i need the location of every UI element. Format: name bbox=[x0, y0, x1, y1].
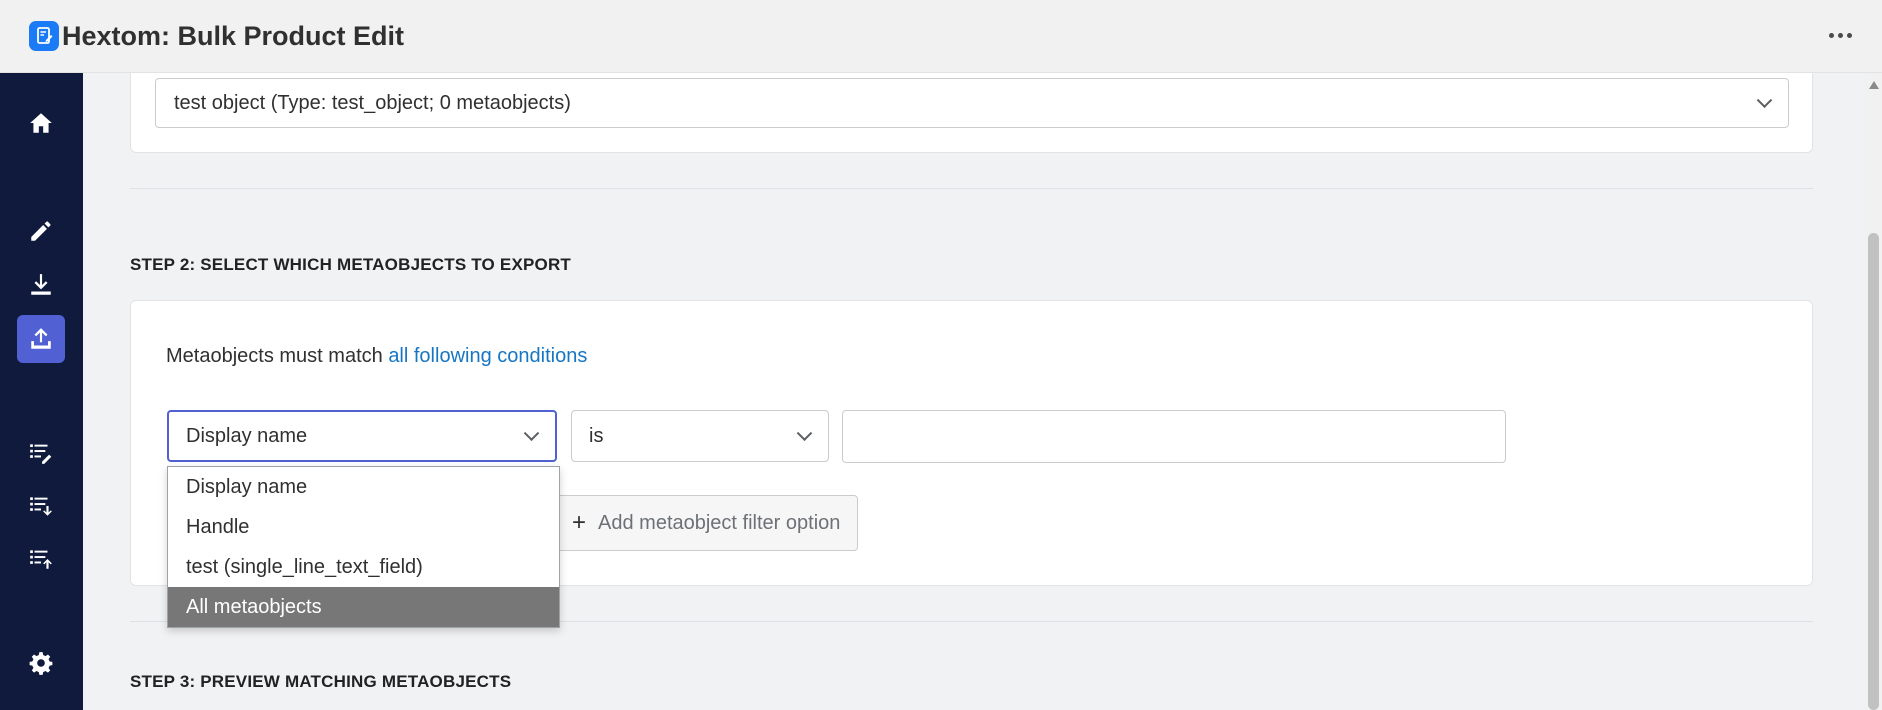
sidebar-item-list-edit[interactable] bbox=[17, 429, 65, 477]
chevron-down-icon bbox=[1756, 92, 1773, 109]
dropdown-option[interactable]: Display name bbox=[168, 467, 559, 507]
filter-operator-select[interactable]: is bbox=[571, 410, 829, 462]
dropdown-option[interactable]: test (single_line_text_field) bbox=[168, 547, 559, 587]
filter-field-value: Display name bbox=[186, 424, 308, 447]
sidebar-item-list-import[interactable] bbox=[17, 482, 65, 530]
sidebar-item-settings[interactable] bbox=[17, 639, 65, 687]
chevron-down-icon bbox=[796, 425, 813, 442]
step1-card: test object (Type: test_object; 0 metaob… bbox=[130, 73, 1813, 153]
plus-icon: + bbox=[572, 509, 587, 536]
add-filter-button[interactable]: + Add metaobject filter option bbox=[555, 495, 858, 551]
list-edit-icon bbox=[30, 444, 52, 464]
pencil-icon bbox=[31, 221, 51, 241]
filter-value-input[interactable] bbox=[842, 410, 1506, 463]
section-divider bbox=[130, 188, 1813, 189]
sidebar-item-home[interactable] bbox=[17, 99, 65, 147]
sidebar bbox=[0, 73, 83, 710]
scroll-up-arrow-icon[interactable] bbox=[1869, 81, 1879, 89]
app-header: Hextom: Bulk Product Edit bbox=[0, 0, 1882, 73]
filter-field-select[interactable]: Display name bbox=[167, 410, 557, 462]
list-upload-icon bbox=[30, 550, 52, 569]
condition-mode-link[interactable]: all following conditions bbox=[388, 345, 587, 367]
scroll-thumb[interactable] bbox=[1868, 233, 1879, 710]
sidebar-item-export[interactable] bbox=[17, 315, 65, 363]
app-logo-icon bbox=[29, 21, 59, 51]
download-icon bbox=[31, 274, 51, 295]
chevron-down-icon bbox=[523, 425, 540, 442]
condition-text: Metaobjects must match all following con… bbox=[166, 345, 587, 368]
metaobject-definition-value: test object (Type: test_object; 0 metaob… bbox=[174, 91, 571, 114]
filter-field-dropdown: Display name Handle test (single_line_te… bbox=[167, 466, 560, 628]
add-filter-label: Add metaobject filter option bbox=[598, 511, 841, 534]
sidebar-item-edit[interactable] bbox=[17, 207, 65, 255]
condition-prefix: Metaobjects must match bbox=[166, 345, 389, 367]
metaobject-definition-select[interactable]: test object (Type: test_object; 0 metaob… bbox=[155, 78, 1789, 128]
sidebar-item-import[interactable] bbox=[17, 261, 65, 309]
sidebar-item-list-export[interactable] bbox=[17, 535, 65, 583]
step3-title: STEP 3: PREVIEW MATCHING METAOBJECTS bbox=[130, 672, 512, 691]
list-download-icon bbox=[30, 497, 52, 516]
home-icon bbox=[30, 113, 52, 133]
dropdown-option-selected[interactable]: All metaobjects bbox=[168, 587, 559, 627]
dropdown-option[interactable]: Handle bbox=[168, 507, 559, 547]
step2-title: STEP 2: SELECT WHICH METAOBJECTS TO EXPO… bbox=[130, 255, 572, 274]
page-scrollbar[interactable] bbox=[1865, 73, 1882, 710]
app-title: Hextom: Bulk Product Edit bbox=[62, 21, 405, 51]
gear-icon bbox=[29, 652, 53, 675]
filter-operator-value: is bbox=[589, 424, 604, 447]
upload-icon bbox=[31, 328, 51, 349]
more-options-icon[interactable] bbox=[1822, 20, 1858, 50]
